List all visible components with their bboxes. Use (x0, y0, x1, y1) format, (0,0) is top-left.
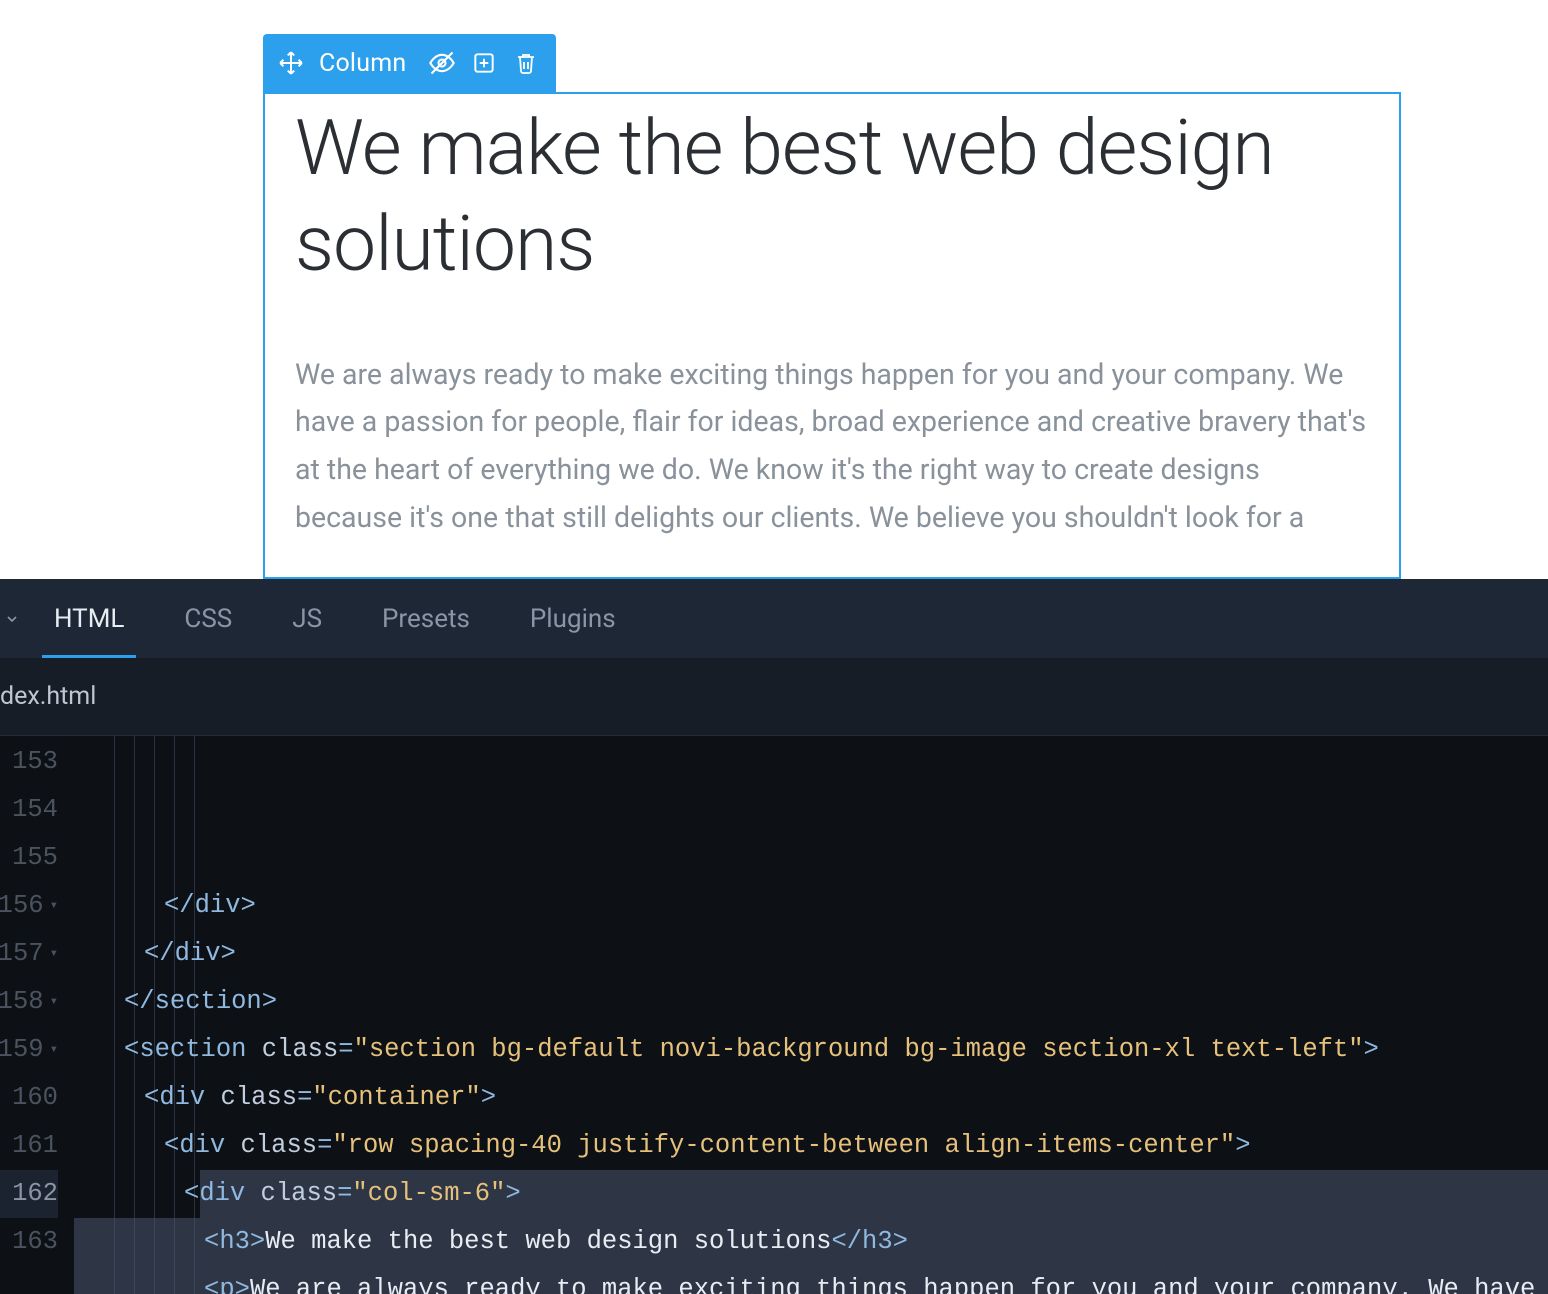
design-canvas: Column We make the best web design solut… (0, 0, 1548, 579)
line-number: 154 (0, 786, 58, 834)
line-number: 156 ▾ (0, 882, 58, 930)
file-name[interactable]: dex.html (0, 682, 96, 711)
code-editor[interactable]: 153154155156 ▾157 ▾158 ▾159 ▾16016116216… (0, 736, 1548, 1294)
code-line[interactable]: <section class="section bg-default novi-… (74, 1026, 1548, 1074)
panel-collapse-icon[interactable] (0, 579, 24, 658)
column-heading[interactable]: We make the best web design solutions (295, 100, 1369, 293)
code-line[interactable]: <div class="container"> (74, 1074, 1548, 1122)
code-line[interactable]: <h3>We make the best web design solution… (74, 1218, 1548, 1266)
line-number: 160 (0, 1074, 58, 1122)
code-line[interactable]: <div class="col-sm-6"> (74, 1170, 1548, 1218)
code-line[interactable]: </section> (74, 978, 1548, 1026)
line-number: 163 (0, 1218, 58, 1266)
duplicate-icon[interactable] (470, 49, 498, 77)
code-panel: HTML CSS JS Presets Plugins dex.html 153… (0, 579, 1548, 1294)
line-number: 157 ▾ (0, 930, 58, 978)
move-icon[interactable] (277, 49, 305, 77)
line-number: 155 (0, 834, 58, 882)
code-line[interactable]: </div> (74, 882, 1548, 930)
column-paragraph[interactable]: We are always ready to make exciting thi… (295, 351, 1369, 543)
delete-icon[interactable] (512, 49, 540, 77)
line-number: 153 (0, 738, 58, 786)
code-body[interactable]: </div></div></section><section class="se… (74, 736, 1548, 1294)
tab-js[interactable]: JS (262, 579, 352, 658)
code-line[interactable]: </div> (74, 930, 1548, 978)
element-toolbar: Column (263, 34, 556, 92)
tab-presets[interactable]: Presets (352, 579, 500, 658)
element-label: Column (319, 49, 406, 78)
line-number: 159 ▾ (0, 1026, 58, 1074)
tab-html[interactable]: HTML (24, 579, 154, 658)
line-number: 161 (0, 1122, 58, 1170)
selected-column[interactable]: We make the best web design solutions We… (263, 92, 1401, 579)
panel-tabs: HTML CSS JS Presets Plugins (0, 579, 1548, 658)
tab-plugins[interactable]: Plugins (500, 579, 646, 658)
file-bar: dex.html (0, 658, 1548, 736)
line-number: 162 (0, 1170, 58, 1218)
line-gutter: 153154155156 ▾157 ▾158 ▾159 ▾16016116216… (0, 736, 74, 1294)
tab-css[interactable]: CSS (154, 579, 262, 658)
code-line[interactable]: <p>We are always ready to make exciting … (74, 1266, 1548, 1294)
code-line[interactable]: <div class="row spacing-40 justify-conte… (74, 1122, 1548, 1170)
visibility-icon[interactable] (428, 49, 456, 77)
line-number: 158 ▾ (0, 978, 58, 1026)
